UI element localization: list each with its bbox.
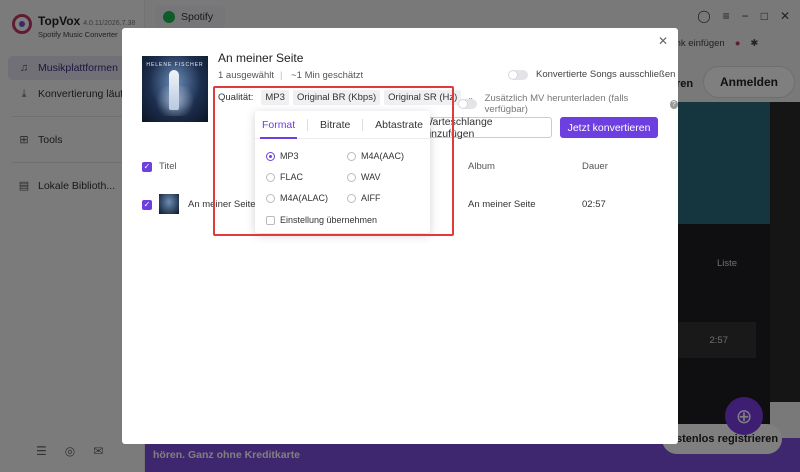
cover-text: HELENE FISCHER bbox=[146, 62, 204, 68]
row-album: An meiner Seite bbox=[468, 199, 536, 210]
highlight-frame bbox=[213, 86, 454, 236]
selected-count: 1 ausgewählt bbox=[218, 70, 274, 81]
exclude-converted-label: Konvertierte Songs ausschließen bbox=[536, 69, 676, 80]
time-estimate: ~1 Min geschätzt bbox=[291, 70, 364, 81]
column-title: Titel bbox=[159, 161, 177, 172]
row-duration: 02:57 bbox=[582, 199, 606, 210]
column-album: Album bbox=[468, 161, 495, 172]
track-thumbnail bbox=[159, 194, 179, 214]
info-icon[interactable]: ? bbox=[669, 99, 679, 109]
album-cover: HELENE FISCHER bbox=[142, 56, 208, 122]
select-all-checkbox[interactable]: ✓ bbox=[142, 162, 152, 172]
convert-now-button[interactable]: Jetzt konvertieren bbox=[560, 117, 658, 138]
dialog-title: An meiner Seite bbox=[218, 51, 304, 65]
mv-download-toggle[interactable] bbox=[458, 99, 477, 109]
exclude-converted-option: Konvertierte Songs ausschließen bbox=[508, 69, 675, 80]
close-icon[interactable]: ✕ bbox=[656, 34, 670, 48]
mv-download-option: Zusätzlich MV herunterladen (falls verfü… bbox=[458, 93, 679, 115]
row-checkbox[interactable]: ✓ bbox=[142, 200, 152, 210]
mv-download-label: Zusätzlich MV herunterladen (falls verfü… bbox=[484, 93, 629, 115]
column-duration: Dauer bbox=[582, 161, 608, 172]
selection-meta: 1 ausgewählt | ~1 Min geschätzt bbox=[218, 70, 364, 81]
exclude-converted-toggle[interactable] bbox=[508, 69, 528, 80]
